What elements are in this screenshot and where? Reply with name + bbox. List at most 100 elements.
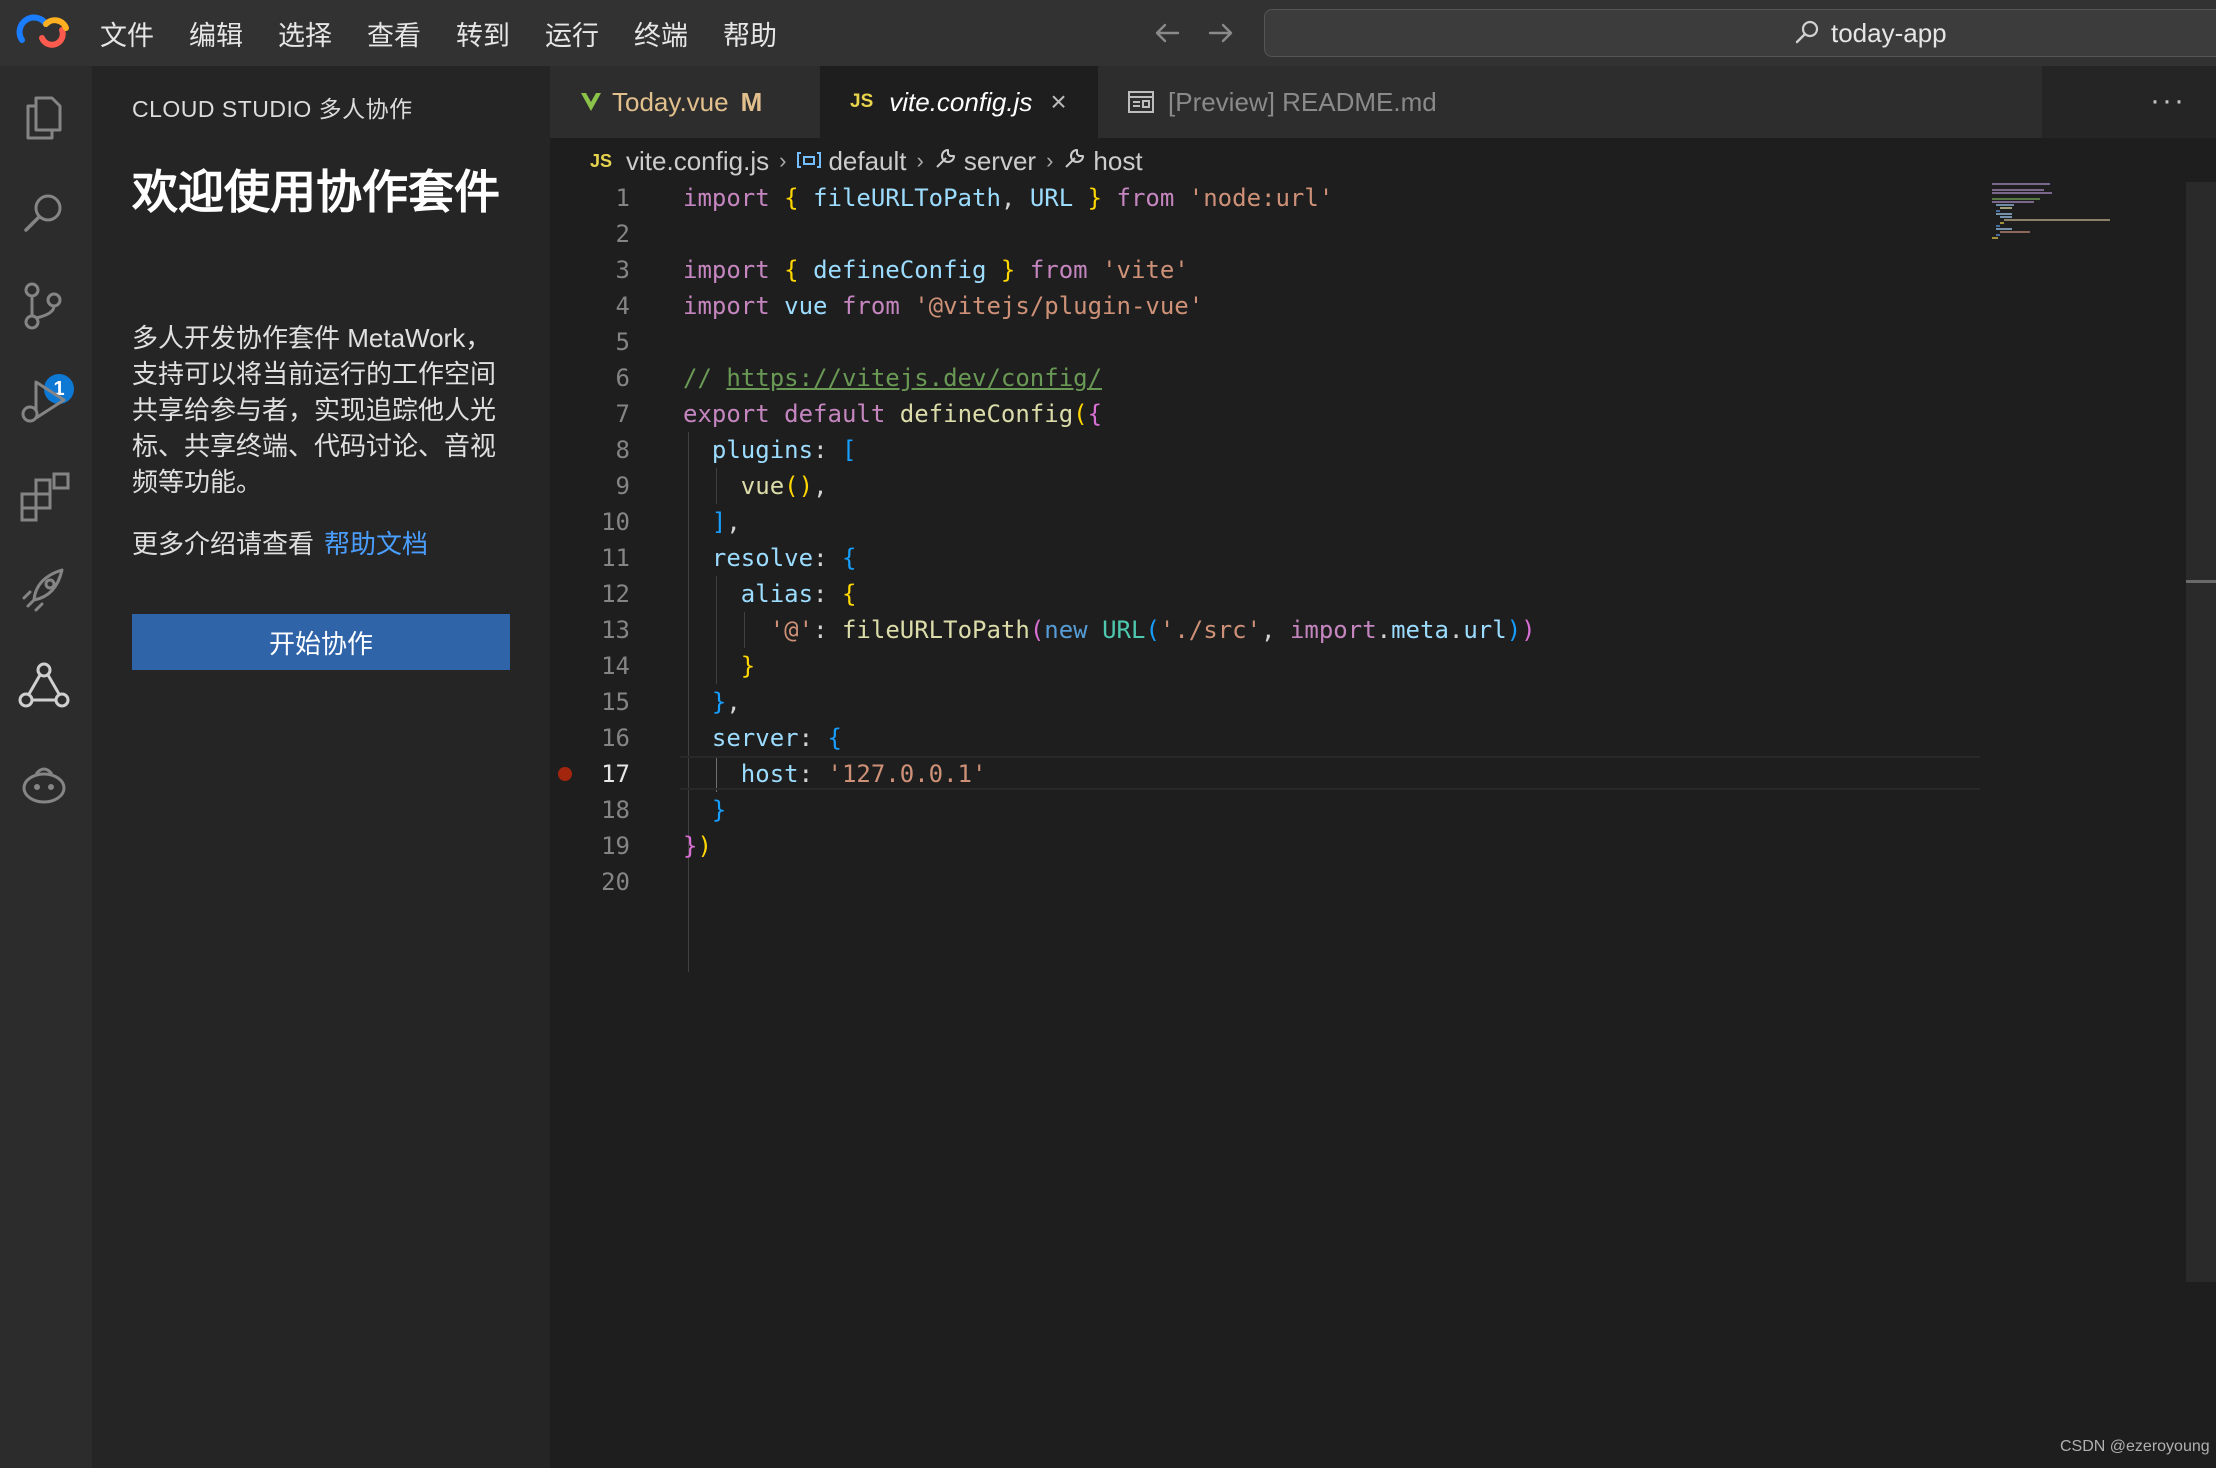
line-number: 20: [601, 868, 630, 896]
code-editor[interactable]: 1 import { fileURLToPath, URL } from 'nod…: [550, 180, 1990, 972]
panel-header: CLOUD STUDIO 多人协作: [132, 96, 413, 122]
js-file-icon: JS: [850, 91, 874, 112]
line-number: 10: [601, 508, 630, 536]
line-number: 3: [615, 256, 630, 284]
line-number: 13: [601, 616, 630, 644]
breadcrumb-server[interactable]: server: [964, 146, 1036, 177]
line-number: 2: [615, 220, 630, 248]
start-collaboration-button[interactable]: 开始协作: [132, 614, 510, 670]
help-docs-link[interactable]: 帮助文档: [324, 529, 428, 559]
title-bar: 文件 编辑 选择 查看 转到 运行 终端 帮助 today-app: [0, 0, 2216, 66]
menu-help[interactable]: 帮助: [723, 14, 777, 53]
rocket-deploy-icon[interactable]: [14, 560, 74, 620]
panel-title: 欢迎使用协作套件: [132, 166, 500, 218]
tab-today-vue[interactable]: Today.vue M: [550, 66, 820, 138]
line-number: 9: [615, 472, 630, 500]
scrollbar-cursor-marker: [2186, 580, 2216, 583]
wrench-icon: [1063, 146, 1087, 177]
code-line: 18 }: [550, 792, 1990, 828]
menu-terminal[interactable]: 终端: [634, 14, 688, 53]
editor-tab-bar: Today.vue M JS vite.config.js × [Preview…: [550, 66, 2216, 138]
code-line: 12 alias: {: [550, 576, 1990, 612]
breadcrumb-host[interactable]: host: [1093, 146, 1142, 177]
line-number: 15: [601, 688, 630, 716]
collaboration-panel: CLOUD STUDIO 多人协作 欢迎使用协作套件 多人开发协作套件 Meta…: [92, 66, 550, 1468]
line-number: 16: [601, 724, 630, 752]
line-number: 1: [615, 184, 630, 212]
preview-icon: [1128, 91, 1154, 113]
menu-edit[interactable]: 编辑: [189, 14, 243, 53]
wrench-icon: [934, 146, 958, 177]
menu-selection[interactable]: 选择: [278, 14, 332, 53]
run-debug-icon[interactable]: [14, 370, 74, 430]
panel-description: 多人开发协作套件 MetaWork，支持可以将当前运行的工作空间共享给参与者，实…: [132, 323, 497, 497]
workspace-name: today-app: [1831, 18, 1947, 48]
tab-vite-config[interactable]: JS vite.config.js ×: [820, 66, 1098, 138]
code-line: 15 },: [550, 684, 1990, 720]
line-number: 5: [615, 328, 630, 356]
code-line: 19}): [550, 828, 1990, 864]
extensions-icon[interactable]: [14, 466, 74, 526]
tab-readme-preview[interactable]: [Preview] README.md: [1098, 66, 2042, 138]
command-center-search[interactable]: today-app: [1264, 9, 2216, 57]
search-icon: [1795, 20, 1819, 44]
panel-more-info: 更多介绍请查看 帮助文档: [132, 524, 428, 561]
menu-bar: 文件 编辑 选择 查看 转到 运行 终端 帮助: [100, 0, 812, 66]
line-number: 19: [601, 832, 630, 860]
vertical-scrollbar[interactable]: [2186, 182, 2216, 1282]
arrow-left-icon[interactable]: [1150, 16, 1184, 50]
code-line: 9 vue(),: [550, 468, 1990, 504]
code-line: 13 '@': fileURLToPath(new URL('./src', i…: [550, 612, 1990, 648]
js-file-icon: JS: [590, 150, 613, 171]
close-icon[interactable]: ×: [1050, 86, 1066, 118]
code-line: 20: [550, 864, 1990, 900]
line-number: 7: [615, 400, 630, 428]
breadcrumb: JS vite.config.js › default › server › h…: [590, 142, 1143, 180]
code-line: 8 plugins: [: [550, 432, 1990, 468]
line-number: 11: [601, 544, 630, 572]
comment-url-link[interactable]: https://vitejs.dev/config/: [726, 364, 1102, 392]
breadcrumb-file[interactable]: vite.config.js: [626, 146, 769, 177]
watermark: CSDN @ezeroyoung: [2060, 1438, 2210, 1455]
code-line: 3 import { defineConfig } from 'vite': [550, 252, 1990, 288]
menu-view[interactable]: 查看: [367, 14, 421, 53]
line-number: 6: [615, 364, 630, 392]
code-line-active: 17 host: '127.0.0.1': [550, 756, 1990, 792]
code-line: 1 import { fileURLToPath, URL } from 'nod…: [550, 180, 1990, 216]
explorer-files-icon[interactable]: [14, 86, 74, 146]
line-number: 8: [615, 436, 630, 464]
minimap[interactable]: [1990, 180, 2190, 280]
code-line: 4 import vue from '@vitejs/plugin-vue': [550, 288, 1990, 324]
search-icon[interactable]: [14, 184, 74, 244]
activity-bar: 1: [0, 66, 92, 1468]
chevron-right-icon: ›: [1046, 148, 1054, 173]
code-line: 5: [550, 324, 1990, 360]
chevron-right-icon: ›: [916, 148, 924, 173]
menu-go[interactable]: 转到: [456, 14, 510, 53]
tab-label: [Preview] README.md: [1168, 86, 1437, 117]
arrow-right-icon[interactable]: [1204, 16, 1238, 50]
code-line: 16 server: {: [550, 720, 1990, 756]
vue-file-icon: [581, 93, 601, 111]
code-line: 11 resolve: {: [550, 540, 1990, 576]
tab-label: vite.config.js: [889, 86, 1033, 117]
menu-run[interactable]: 运行: [545, 14, 599, 53]
code-line: 2: [550, 216, 1990, 252]
breadcrumb-default[interactable]: default: [828, 146, 906, 177]
variable-icon: [796, 146, 822, 177]
line-number: 17: [601, 760, 630, 788]
collaboration-icon[interactable]: [14, 656, 74, 716]
modified-indicator: M: [740, 86, 763, 117]
line-number: 12: [601, 580, 630, 608]
code-line: 7 export default defineConfig({: [550, 396, 1990, 432]
line-number: 18: [601, 796, 630, 824]
code-line: 10 ],: [550, 504, 1990, 540]
code-line: 6// https://vitejs.dev/config/: [550, 360, 1990, 396]
code-line: 14 }: [550, 648, 1990, 684]
line-number: 14: [601, 652, 630, 680]
ai-assistant-icon[interactable]: [14, 754, 74, 814]
cloud-studio-logo: [16, 14, 69, 48]
more-actions-icon[interactable]: ···: [2150, 84, 2186, 118]
source-control-icon[interactable]: [14, 276, 74, 336]
menu-file[interactable]: 文件: [100, 14, 154, 53]
